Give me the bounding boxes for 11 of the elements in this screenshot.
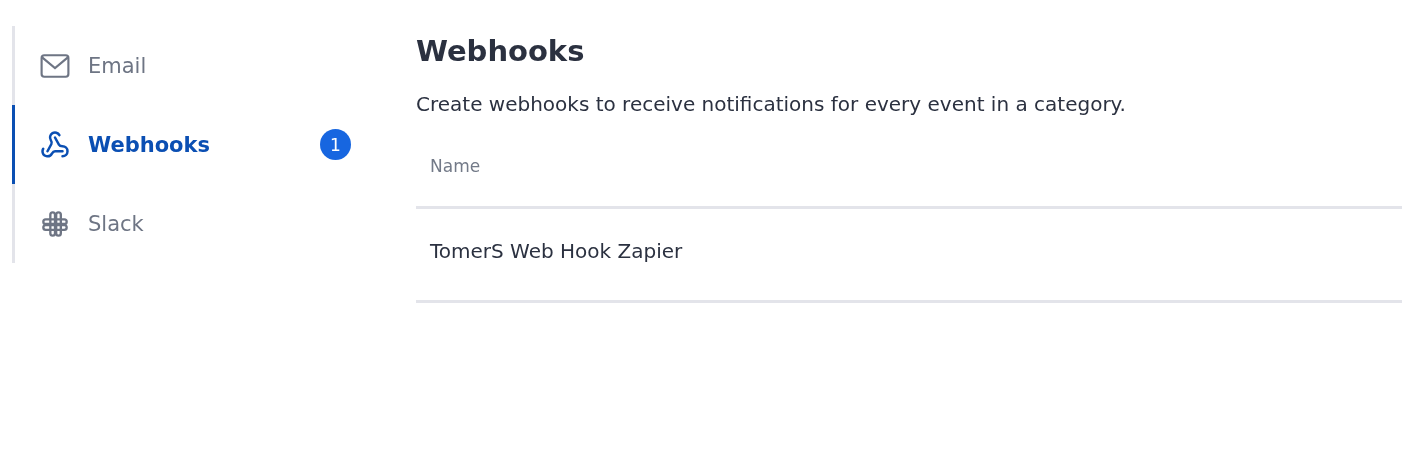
page-title: Webhooks (416, 34, 586, 68)
column-header: Name (430, 156, 481, 176)
sidebar-item[interactable]: Email (12, 26, 355, 105)
table-cell: TomerS Web Hook Zapier (430, 239, 683, 263)
webhook-icon (40, 129, 70, 160)
description-text: Create webhooks to receive notifications for every event in a category. (416, 92, 1127, 116)
count-badge: 1 (320, 129, 351, 160)
hash-grid-icon (40, 209, 70, 238)
sidebar-item[interactable]: Webhooks 1 (12, 105, 355, 184)
sidebar-item[interactable]: Slack (12, 184, 355, 263)
envelope-icon (40, 52, 70, 79)
